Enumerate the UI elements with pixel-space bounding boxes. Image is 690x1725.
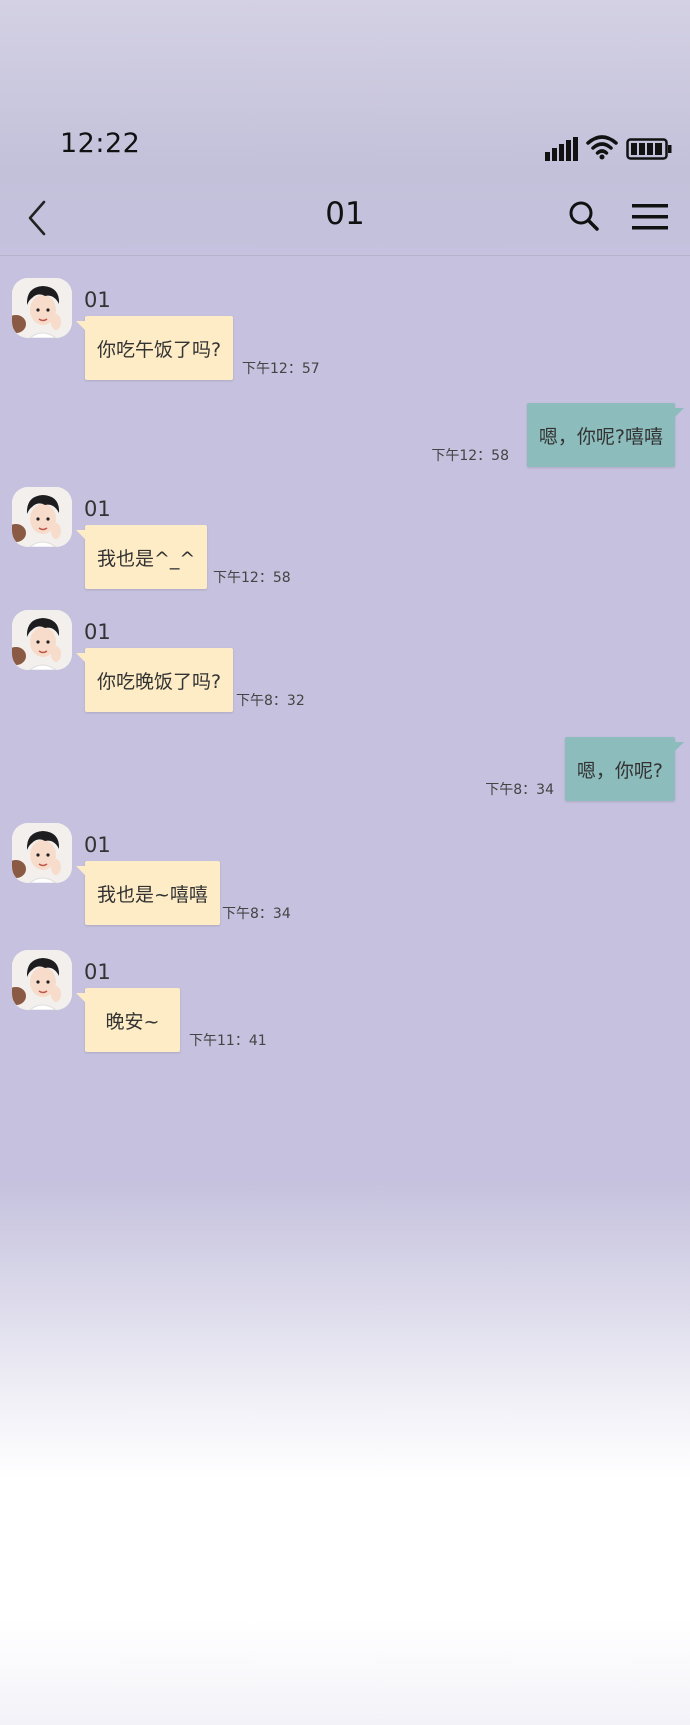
message-bubble[interactable]: 我也是^_^: [75, 525, 208, 589]
message-time: 下午8：34: [485, 782, 554, 798]
menu-icon[interactable]: [632, 202, 668, 232]
sender-name: 01: [84, 620, 111, 644]
avatar[interactable]: [12, 610, 72, 670]
sender-name: 01: [84, 497, 111, 521]
chat-navbar: 01: [0, 180, 690, 256]
battery-icon: [626, 138, 672, 160]
avatar[interactable]: [12, 950, 72, 1010]
message-time: 下午12：58: [431, 448, 509, 464]
message-time: 下午8：32: [236, 693, 305, 709]
avatar[interactable]: [12, 278, 72, 338]
message-time: 下午12：58: [213, 570, 291, 586]
wifi-icon: [586, 135, 618, 160]
message-time: 下午11：41: [189, 1033, 267, 1049]
search-icon[interactable]: [568, 200, 600, 232]
message-bubble[interactable]: 嗯，你呢?嘻嘻: [526, 403, 685, 467]
message-bubble[interactable]: 我也是~嘻嘻: [76, 861, 220, 925]
message-time: 下午8：34: [222, 906, 291, 922]
avatar[interactable]: [12, 823, 72, 883]
sender-name: 01: [84, 288, 111, 312]
sender-name: 01: [84, 833, 111, 857]
status-time: 12:22: [60, 128, 141, 159]
signal-icon: [545, 137, 578, 161]
message-bubble[interactable]: 嗯，你呢?: [564, 737, 685, 801]
message-time: 下午12：57: [242, 361, 320, 377]
avatar[interactable]: [12, 487, 72, 547]
message-bubble[interactable]: 你吃午饭了吗?: [75, 316, 234, 380]
sender-name: 01: [84, 960, 111, 984]
message-bubble[interactable]: 晚安~: [76, 988, 180, 1052]
message-bubble[interactable]: 你吃晚饭了吗?: [75, 648, 234, 712]
